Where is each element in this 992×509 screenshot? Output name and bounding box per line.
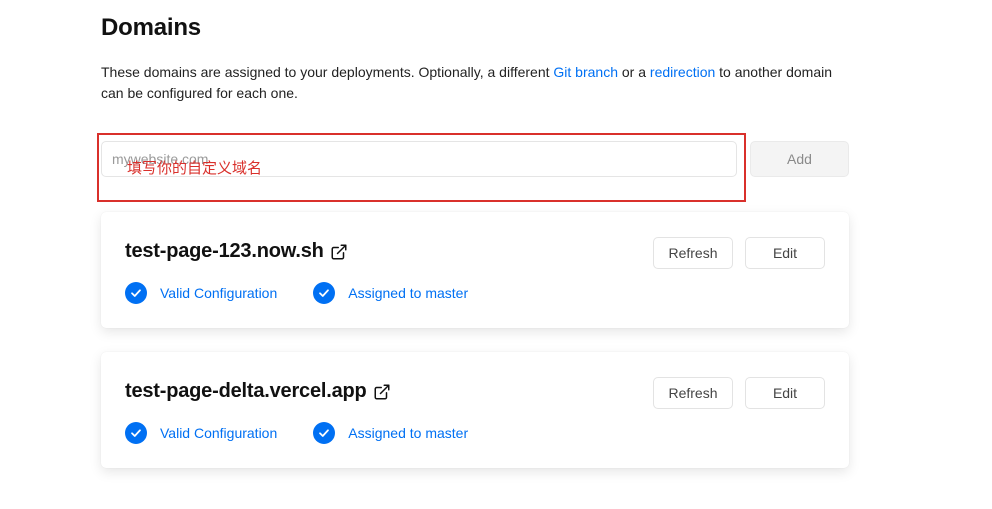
add-domain-button[interactable]: Add [750, 141, 849, 177]
status-valid-configuration: Valid Configuration [125, 422, 277, 444]
description-text-1: These domains are assigned to your deplo… [101, 64, 554, 80]
external-link-icon[interactable] [373, 383, 391, 401]
status-label[interactable]: Assigned to master [348, 285, 468, 301]
domain-header: test-page-123.now.sh [125, 240, 348, 263]
status-assigned: Assigned to master [313, 282, 468, 304]
edit-button[interactable]: Edit [745, 237, 825, 269]
check-circle-icon [125, 282, 147, 304]
status-assigned: Assigned to master [313, 422, 468, 444]
domain-link[interactable]: test-page-123.now.sh [125, 240, 324, 263]
page-description: These domains are assigned to your deplo… [101, 62, 851, 104]
status-valid-configuration: Valid Configuration [125, 282, 277, 304]
domain-header: test-page-delta.vercel.app [125, 380, 391, 403]
refresh-button[interactable]: Refresh [653, 377, 733, 409]
check-circle-icon [313, 422, 336, 444]
check-circle-icon [125, 422, 147, 444]
check-circle-icon [313, 282, 336, 304]
page-title: Domains [101, 14, 201, 41]
domains-page: Domains These domains are assigned to yo… [0, 0, 992, 509]
status-label[interactable]: Assigned to master [348, 425, 468, 441]
domain-link[interactable]: test-page-delta.vercel.app [125, 380, 367, 403]
domain-card: test-page-123.now.sh Valid Configuration [101, 212, 849, 328]
status-label[interactable]: Valid Configuration [160, 425, 277, 441]
domain-card: test-page-delta.vercel.app Valid Configu… [101, 352, 849, 468]
status-row: Valid Configuration Assigned to master [125, 282, 468, 304]
git-branch-link[interactable]: Git branch [553, 64, 618, 80]
description-text-2: or a [618, 64, 650, 80]
status-row: Valid Configuration Assigned to master [125, 422, 468, 444]
external-link-icon[interactable] [330, 243, 348, 261]
status-label[interactable]: Valid Configuration [160, 285, 277, 301]
redirection-link[interactable]: redirection [650, 64, 715, 80]
refresh-button[interactable]: Refresh [653, 237, 733, 269]
edit-button[interactable]: Edit [745, 377, 825, 409]
annotation-text: 填写你的自定义域名 [127, 159, 263, 177]
